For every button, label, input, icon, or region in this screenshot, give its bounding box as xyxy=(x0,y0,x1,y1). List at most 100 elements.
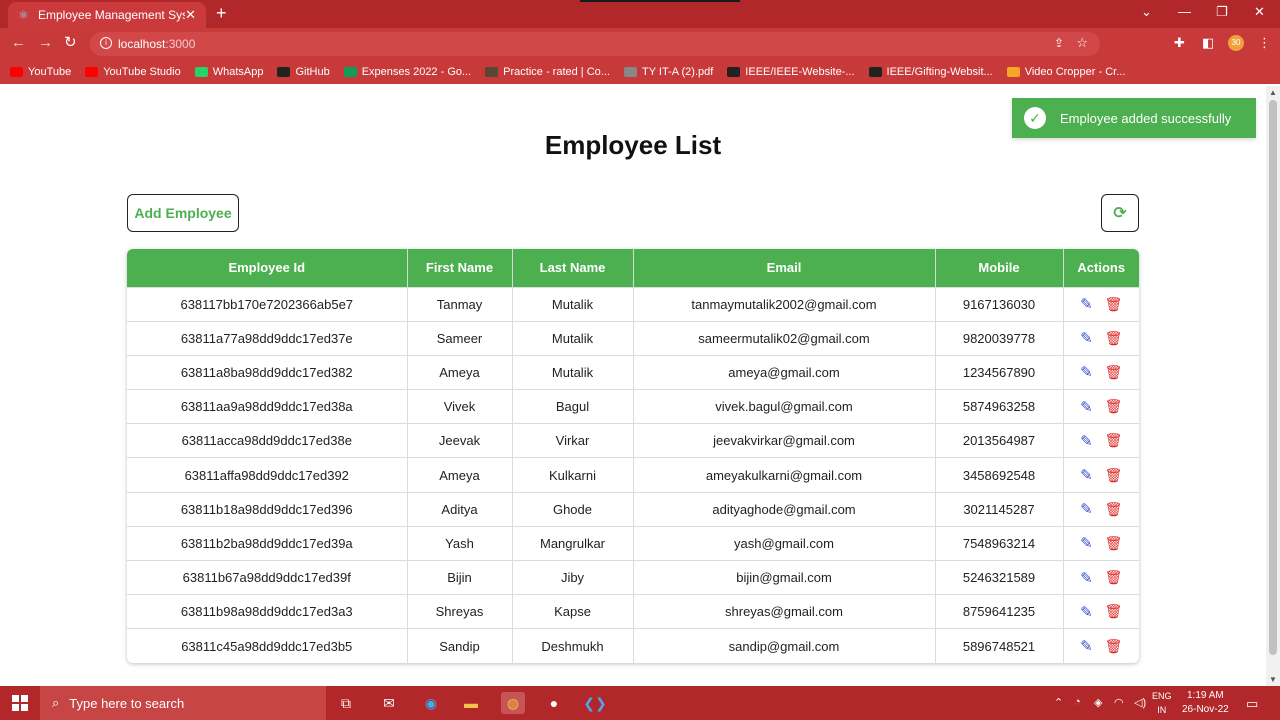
delete-icon[interactable]: 🗑 xyxy=(1105,603,1123,620)
back-icon[interactable]: ← xyxy=(11,35,26,50)
taskbar-search-placeholder: Type here to search xyxy=(69,695,185,711)
bookmark-item[interactable]: Video Cropper - Cr... xyxy=(1006,66,1125,78)
column-header: Last Name xyxy=(512,249,634,287)
table-cell: ameyakulkarni@gmail.com xyxy=(633,457,936,493)
edge-icon[interactable]: ◉ xyxy=(419,692,443,714)
edit-icon[interactable]: ✎ xyxy=(1080,295,1093,313)
page-content: ✓ Employee added successfully Employee L… xyxy=(0,86,1266,686)
row-actions: ✎ 🗑 xyxy=(1064,534,1140,553)
network-status-icon[interactable]: ◔ xyxy=(1074,696,1081,708)
delete-icon[interactable]: 🗑 xyxy=(1105,535,1123,552)
row-actions: ✎ 🗑 xyxy=(1064,398,1140,416)
table-cell: shreyas@gmail.com xyxy=(633,594,936,629)
bookmark-item[interactable]: GitHub xyxy=(277,66,330,78)
table-cell: Virkar xyxy=(512,423,634,458)
bookmark-item[interactable]: Expenses 2022 - Go... xyxy=(343,66,471,78)
delete-icon[interactable]: 🗑 xyxy=(1105,330,1123,347)
edit-icon[interactable]: ✎ xyxy=(1080,363,1093,381)
delete-icon[interactable]: 🗑 xyxy=(1105,364,1123,381)
chrome-icon[interactable]: ◍ xyxy=(501,692,525,714)
edit-icon[interactable]: ✎ xyxy=(1080,329,1093,347)
edit-icon[interactable]: ✎ xyxy=(1080,398,1093,416)
edit-icon[interactable]: ✎ xyxy=(1080,637,1093,655)
page-scrollbar[interactable]: ▲ ▼ xyxy=(1266,86,1280,686)
bookmark-item[interactable]: TY IT-A (2).pdf xyxy=(623,66,713,78)
bookmark-item[interactable]: Practice - rated | Co... xyxy=(485,66,610,78)
bookmarks-bar: YouTube YouTube Studio WhatsApp GitHub Expen… xyxy=(0,60,1280,84)
delete-icon[interactable]: 🗑 xyxy=(1105,398,1123,415)
edit-icon[interactable]: ✎ xyxy=(1080,500,1093,518)
row-actions: ✎ 🗑 xyxy=(1064,363,1140,382)
new-tab-button[interactable]: + xyxy=(216,4,227,22)
edit-icon[interactable]: ✎ xyxy=(1080,603,1093,621)
pinned-app-icon[interactable]: ● xyxy=(542,692,566,714)
table-row: 638117bb170e7202366ab5e7 Tanmay Mutalik tan… xyxy=(127,286,1139,322)
refresh-button[interactable]: ⟳ xyxy=(1101,194,1139,232)
edit-icon[interactable]: ✎ xyxy=(1080,569,1093,587)
actions-cell: ✎ 🗑 xyxy=(1063,491,1140,527)
edit-icon[interactable]: ✎ xyxy=(1080,432,1093,450)
forward-icon[interactable]: → xyxy=(38,35,53,50)
taskbar-clock[interactable]: 1:19 AM 26-Nov-22 xyxy=(1182,689,1229,717)
search-icon: ⌕ xyxy=(52,695,60,710)
table-cell: yash@gmail.com xyxy=(633,525,936,561)
table-cell: Mutalik xyxy=(512,354,634,390)
url-text[interactable]: localhost:3000 xyxy=(118,37,195,51)
browser-tab[interactable]: ⚛ Employee Management System ✕ xyxy=(8,2,206,28)
wifi-icon[interactable]: ◠ xyxy=(1114,696,1124,709)
scroll-up-icon[interactable]: ▲ xyxy=(1269,88,1277,97)
taskbar-search[interactable]: ⌕ Type here to search xyxy=(40,686,326,720)
refresh-icon: ⟳ xyxy=(1113,205,1127,222)
bookmark-item[interactable]: IEEE/IEEE-Website-... xyxy=(727,66,855,78)
add-employee-button[interactable]: Add Employee xyxy=(127,194,239,232)
edit-icon[interactable]: ✎ xyxy=(1080,534,1093,552)
share-icon[interactable]: ⇪ xyxy=(1054,36,1064,50)
video-cropper-icon xyxy=(1006,67,1020,77)
side-panel-icon[interactable]: ◧ xyxy=(1202,35,1214,51)
table-cell: 8759641235 xyxy=(935,594,1064,629)
mail-icon[interactable]: ✉ xyxy=(377,692,401,714)
volume-icon[interactable]: ◁) xyxy=(1134,696,1146,709)
notifications-icon[interactable]: ▭ xyxy=(1246,696,1258,712)
table-cell: Vivek xyxy=(407,389,513,424)
delete-icon[interactable]: 🗑 xyxy=(1105,501,1123,518)
tab-close-icon[interactable]: ✕ xyxy=(185,7,196,23)
row-actions: ✎ 🗑 xyxy=(1064,500,1140,519)
minimize-button[interactable]: — xyxy=(1178,4,1191,19)
column-header: Actions xyxy=(1063,249,1139,287)
tray-app-icon[interactable]: ◈ xyxy=(1094,696,1102,709)
vscode-icon[interactable]: ❮❯ xyxy=(583,692,607,714)
close-window-button[interactable]: ✕ xyxy=(1254,4,1265,20)
edit-icon[interactable]: ✎ xyxy=(1080,466,1093,484)
tray-chevron-icon[interactable]: ⌃ xyxy=(1054,696,1063,709)
region-code: IN xyxy=(1157,705,1167,715)
omnibox[interactable]: i localhost:3000 ⇪ ☆ xyxy=(90,32,1100,56)
windows-start-icon[interactable] xyxy=(12,695,28,711)
maximize-button[interactable]: ❐ xyxy=(1216,4,1228,20)
bookmark-label: WhatsApp xyxy=(212,66,264,78)
delete-icon[interactable]: 🗑 xyxy=(1105,569,1123,586)
scroll-down-icon[interactable]: ▼ xyxy=(1269,675,1277,684)
bookmark-item[interactable]: YouTube xyxy=(10,66,71,78)
delete-icon[interactable]: 🗑 xyxy=(1105,638,1123,655)
delete-icon[interactable]: 🗑 xyxy=(1105,467,1123,484)
language-indicator[interactable]: ENG IN xyxy=(1152,689,1172,717)
profile-avatar[interactable]: 30 xyxy=(1228,35,1244,51)
reload-icon[interactable]: ↻ xyxy=(64,35,77,50)
table-cell: Deshmukh xyxy=(512,628,634,664)
extensions-icon[interactable]: ✚ xyxy=(1174,35,1185,51)
file-explorer-icon[interactable]: ▬ xyxy=(459,692,483,714)
delete-icon[interactable]: 🗑 xyxy=(1105,296,1123,313)
tab-search-icon[interactable]: ⌄ xyxy=(1141,4,1152,20)
table-cell: Shreyas xyxy=(407,594,513,629)
menu-kebab-icon[interactable]: ⋮ xyxy=(1258,35,1271,51)
site-info-icon[interactable]: i xyxy=(100,37,112,49)
scrollbar-thumb[interactable] xyxy=(1269,100,1277,655)
delete-icon[interactable]: 🗑 xyxy=(1105,432,1123,449)
bookmark-item[interactable]: YouTube Studio xyxy=(85,66,181,78)
bookmark-star-icon[interactable]: ☆ xyxy=(1076,35,1088,51)
table-cell: Bagul xyxy=(512,389,634,424)
bookmark-item[interactable]: IEEE/Gifting-Websit... xyxy=(868,66,993,78)
task-view-icon[interactable]: ⧉ xyxy=(334,692,358,714)
bookmark-item[interactable]: WhatsApp xyxy=(194,66,264,78)
